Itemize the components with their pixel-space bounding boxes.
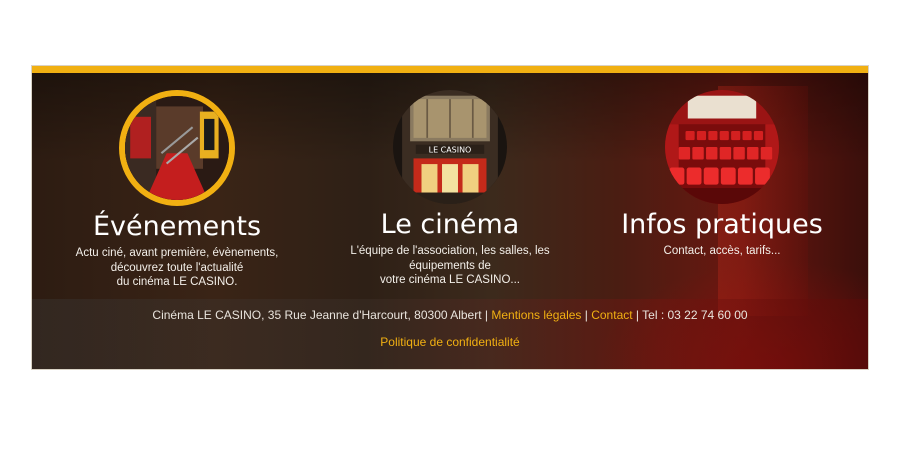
- column-description: Actu ciné, avant première, évènements, d…: [57, 246, 297, 290]
- cinema-facade-photo-icon[interactable]: LE CASINO: [393, 90, 507, 204]
- theater-seats-photo-icon[interactable]: [665, 90, 779, 204]
- contact-link[interactable]: Contact: [591, 308, 632, 322]
- privacy-policy-link[interactable]: Politique de confidentialité: [32, 334, 868, 350]
- staircase-photo-icon[interactable]: [119, 90, 235, 206]
- footer-panel: Événements Actu ciné, avant première, év…: [31, 65, 869, 370]
- description-line: équipements de: [409, 259, 491, 272]
- column-title[interactable]: Événements: [37, 211, 317, 243]
- description-line: Actu ciné, avant première, évènements,: [75, 247, 279, 259]
- column-title[interactable]: Infos pratiques: [582, 209, 862, 241]
- description-line: du cinéma LE CASINO.: [116, 276, 238, 288]
- legal-notice-link[interactable]: Mentions légales: [491, 308, 581, 322]
- cinema-sign-text: LE CASINO: [429, 146, 472, 155]
- description-line: découvrez toute l'actualité: [110, 261, 244, 274]
- column-description: L'équipe de l'association, les salles, l…: [330, 244, 570, 288]
- column-title[interactable]: Le cinéma: [310, 209, 590, 241]
- accent-top-bar: [32, 66, 868, 73]
- column-infos-pratiques[interactable]: Infos pratiques Contact, accès, tarifs..…: [582, 90, 862, 259]
- footer-address-line: Cinéma LE CASINO, 35 Rue Jeanne d'Harcou…: [32, 307, 868, 323]
- separator: |: [581, 308, 592, 322]
- description-line: L'équipe de l'association, les salles, l…: [350, 245, 550, 257]
- column-le-cinema[interactable]: LE CASINO Le cinéma L'équipe de l'associ…: [310, 90, 590, 288]
- description-line: Contact, accès, tarifs...: [663, 245, 781, 257]
- description-line: votre cinéma LE CASINO...: [380, 274, 520, 286]
- separator: |: [481, 308, 492, 322]
- column-description: Contact, accès, tarifs...: [602, 244, 842, 259]
- feature-columns: Événements Actu ciné, avant première, év…: [32, 90, 868, 290]
- phone-text: | Tel : 03 22 74 60 00: [632, 308, 748, 322]
- address-text: Cinéma LE CASINO, 35 Rue Jeanne d'Harcou…: [152, 308, 482, 322]
- column-evenements[interactable]: Événements Actu ciné, avant première, év…: [37, 90, 317, 290]
